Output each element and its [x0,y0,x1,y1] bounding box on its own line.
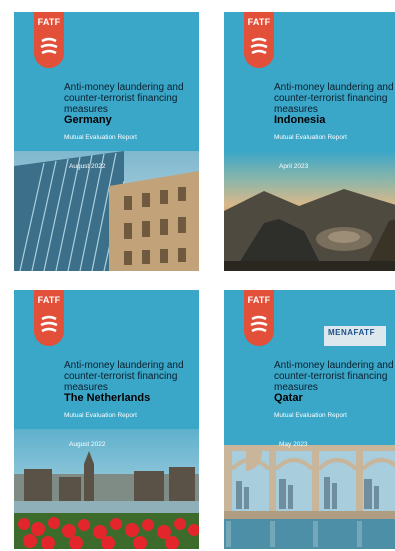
cover-title: Anti-money laundering and counter-terror… [64,360,184,393]
report-cover-indonesia[interactable]: FATF Anti-money laundering and counter-t… [224,12,395,271]
fatf-logo-icon [250,315,268,333]
fatf-badge: FATF [34,12,64,68]
fatf-badge: FATF [244,290,274,346]
menafatf-logo-text: MENAFATF [328,328,375,337]
report-cover-germany[interactable]: FATF Anti-money laundering and counter-t… [14,12,199,271]
fatf-badge-label: FATF [37,295,61,305]
report-date: August 2022 [69,441,106,448]
report-type: Mutual Evaluation Report [64,412,137,419]
report-type: Mutual Evaluation Report [64,134,137,141]
country-name: The Netherlands [64,392,151,404]
fatf-badge: FATF [34,290,64,346]
report-type: Mutual Evaluation Report [274,134,347,141]
cover-photo-tulips [14,429,199,549]
country-name: Germany [64,114,112,126]
report-date: August 2022 [69,163,106,170]
cover-photo-volcano [224,151,395,271]
fatf-badge-label: FATF [247,17,271,27]
cover-photo-building [14,151,199,271]
country-name: Indonesia [274,114,326,126]
fatf-logo-icon [40,37,58,55]
report-date: April 2023 [279,163,309,170]
cover-title: Anti-money laundering and counter-terror… [274,82,394,115]
report-cover-qatar[interactable]: FATF MENAFATF Anti-money laundering and … [224,290,395,549]
cover-photo-arches [224,429,395,549]
report-date: May 2023 [279,441,308,448]
cover-title: Anti-money laundering and counter-terror… [274,360,394,393]
fatf-badge-label: FATF [247,295,271,305]
menafatf-logo: MENAFATF [324,326,386,346]
country-name: Qatar [274,392,303,404]
fatf-badge: FATF [244,12,274,68]
report-cover-netherlands[interactable]: FATF Anti-money laundering and counter-t… [14,290,199,549]
fatf-badge-label: FATF [37,17,61,27]
cover-title: Anti-money laundering and counter-terror… [64,82,184,115]
fatf-logo-icon [250,37,268,55]
fatf-logo-icon [40,315,58,333]
report-type: Mutual Evaluation Report [274,412,347,419]
